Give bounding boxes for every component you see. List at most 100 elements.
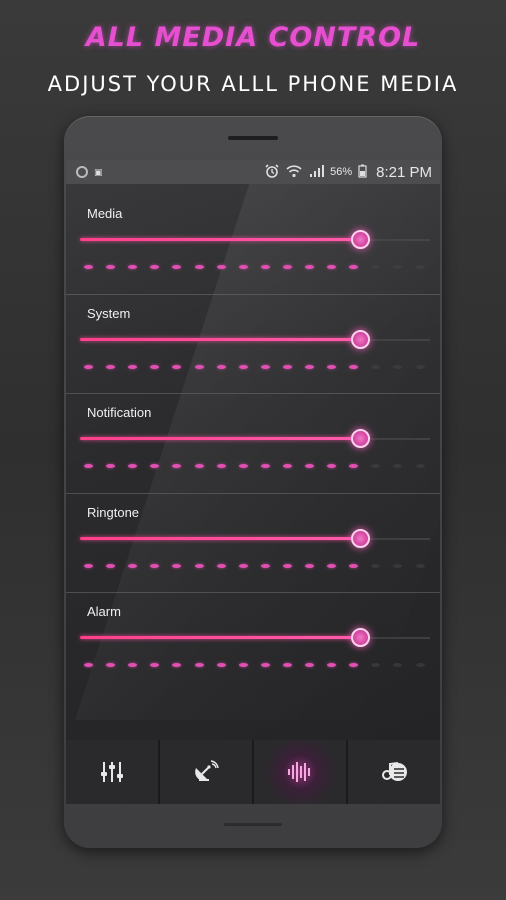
level-dot <box>172 265 182 269</box>
slider-fill <box>80 636 360 639</box>
battery-icon <box>358 164 367 181</box>
volume-label: Media <box>87 206 123 221</box>
level-dot <box>194 663 204 667</box>
level-dots <box>80 364 430 371</box>
section-divider <box>66 393 440 394</box>
level-dot <box>128 663 138 667</box>
slider-thumb[interactable] <box>351 528 370 548</box>
level-dot <box>327 364 337 369</box>
level-dot <box>128 265 138 269</box>
volume-section-alarm: Alarm <box>66 592 440 691</box>
level-dot <box>260 663 270 667</box>
volume-label: Ringtone <box>87 504 140 520</box>
level-dot <box>393 464 403 468</box>
level-dot <box>150 663 160 667</box>
level-dot <box>371 663 381 667</box>
tab-music[interactable] <box>348 740 440 804</box>
level-dot <box>282 464 292 468</box>
level-dot <box>216 563 226 568</box>
level-dot <box>84 464 93 468</box>
slider-thumb[interactable] <box>351 429 370 448</box>
level-dot <box>150 464 160 468</box>
level-dot <box>371 364 381 369</box>
level-dot <box>106 265 116 269</box>
volume-section-notification: Notification <box>66 393 440 492</box>
level-dot <box>327 464 337 468</box>
level-dot <box>128 464 138 468</box>
wifi-icon <box>286 164 302 181</box>
level-dot <box>150 265 160 269</box>
level-dot <box>305 464 314 468</box>
tab-sound-control[interactable] <box>254 740 346 804</box>
section-divider <box>66 293 440 295</box>
volume-label: Alarm <box>87 604 121 619</box>
level-dot <box>238 563 248 568</box>
battery-percentage: 56% <box>330 166 353 178</box>
level-dot <box>305 563 314 568</box>
level-dot <box>128 563 138 568</box>
section-divider <box>66 492 440 494</box>
promo-subtitle: ADJUST YOUR ALLL PHONE MEDIA <box>47 72 459 96</box>
equalizer-icon <box>99 760 125 784</box>
slider-fill <box>80 238 360 241</box>
level-dot <box>106 563 116 568</box>
level-dot <box>260 464 270 468</box>
level-dot <box>172 663 182 667</box>
level-dot <box>349 364 359 369</box>
level-dot <box>194 464 204 468</box>
volume-section-media: Media <box>66 194 440 293</box>
level-dot <box>172 464 182 468</box>
slider-thumb[interactable] <box>351 329 370 349</box>
app-screen: ▣ 56% 8:21 PM Media System Notification <box>66 160 440 804</box>
level-dot <box>106 364 116 369</box>
tab-equalizer[interactable] <box>66 740 158 804</box>
alarm-clock-icon <box>264 163 280 181</box>
volume-section-ringtone: Ringtone <box>66 492 440 592</box>
level-dot <box>349 464 359 468</box>
slider-thumb[interactable] <box>351 628 370 647</box>
level-dot <box>305 364 314 369</box>
level-dots <box>80 265 430 271</box>
level-dot <box>128 364 138 369</box>
level-dot <box>371 265 381 269</box>
level-dot <box>260 265 270 269</box>
level-dot <box>216 663 226 667</box>
slider-fill <box>80 337 360 341</box>
music-note-icon <box>379 760 409 784</box>
level-dot <box>282 563 292 568</box>
level-dot <box>238 663 248 667</box>
level-dot <box>150 563 160 568</box>
level-dot <box>415 364 425 369</box>
level-dot <box>393 364 403 369</box>
slider-thumb[interactable] <box>351 230 370 249</box>
status-time: 8:21 PM <box>376 163 432 181</box>
level-dots <box>80 464 430 470</box>
level-dot <box>84 563 93 568</box>
level-dot <box>371 563 381 568</box>
level-dot <box>194 563 204 568</box>
level-dot <box>172 364 182 369</box>
level-dot <box>371 464 381 468</box>
level-dot <box>172 563 182 568</box>
level-dots <box>80 663 430 669</box>
level-dot <box>238 464 248 468</box>
notification-circle-icon <box>76 166 88 178</box>
level-dot <box>393 563 403 568</box>
tab-satellite[interactable] <box>160 740 252 804</box>
volume-label: Notification <box>87 405 152 420</box>
level-dot <box>216 364 226 369</box>
level-dot <box>106 663 116 667</box>
level-dot <box>260 563 270 568</box>
level-dot <box>415 464 425 468</box>
level-dot <box>194 364 204 369</box>
level-dot <box>415 663 425 667</box>
level-dot <box>106 464 116 468</box>
phone-home-bar <box>224 823 282 826</box>
level-dot <box>282 265 292 269</box>
level-dot <box>216 464 226 468</box>
level-dot <box>415 563 425 568</box>
promo-title: ALL MEDIA CONTROL <box>85 22 421 53</box>
level-dots <box>80 563 430 570</box>
level-dot <box>238 265 248 269</box>
level-dot <box>150 364 160 369</box>
